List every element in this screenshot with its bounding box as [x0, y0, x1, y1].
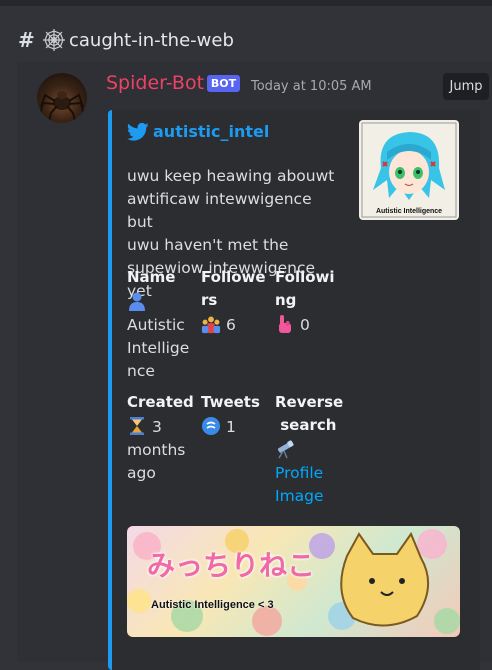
channel-hash-icon: # — [18, 28, 35, 52]
reverse-search-label-line: Reverse — [275, 393, 344, 411]
people-emoji-icon — [201, 316, 221, 334]
field-name-label: Name — [127, 268, 176, 286]
message-timestamp: Today at 10:05 AM — [251, 79, 372, 94]
tweets-count: 1 — [225, 418, 236, 436]
field-tweets-value: 1 — [201, 416, 236, 439]
description-line: uwu haven't met the — [127, 236, 289, 254]
banner-caption: Autistic Intelligence < 3 — [151, 599, 274, 611]
field-name-value: Autistic Intellige nce — [127, 291, 189, 383]
created-value-line: ago — [127, 464, 156, 482]
spider-web-icon — [43, 29, 65, 51]
embed-thumbnail[interactable]: Autistic Intelligence — [359, 120, 459, 220]
field-followers-label-line: rs — [201, 291, 218, 309]
channel-name[interactable]: caught-in-the-web — [69, 30, 234, 51]
field-followers-label: Followe rs — [201, 266, 266, 312]
reverse-search-label-line: search — [275, 416, 337, 434]
bot-badge: BOT — [207, 75, 240, 92]
telescope-emoji-icon — [277, 440, 294, 459]
followers-count: 6 — [225, 316, 236, 334]
message-author[interactable]: Spider-Bot — [106, 72, 204, 94]
twitter-bird-icon — [127, 122, 149, 141]
pointing-hand-emoji-icon — [279, 315, 291, 333]
created-value-line: 3 — [151, 418, 162, 436]
anime-character-icon — [361, 122, 457, 218]
field-followers-value: 6 — [201, 314, 236, 337]
profile-image-link[interactable]: Profile — [275, 464, 323, 482]
field-tweets-label: Tweets — [201, 393, 260, 411]
field-created-value: 3 months ago — [127, 416, 185, 485]
channel-header: # caught-in-the-web — [0, 6, 492, 68]
hourglass-emoji-icon — [130, 417, 144, 435]
profile-image-link[interactable]: Image — [275, 487, 324, 505]
embed-author-link[interactable]: autistic_intel — [153, 122, 269, 141]
field-following-value: 0 — [275, 314, 310, 337]
field-name-value-line: Intellige — [127, 339, 190, 357]
spider-avatar-icon — [39, 91, 85, 122]
banner-title: みっちりねこ — [147, 549, 316, 582]
field-followers-label-line: Followe — [201, 268, 266, 286]
field-following-label-line: Followi — [275, 268, 335, 286]
person-emoji-icon — [129, 292, 145, 311]
embed-image[interactable]: みっちりねこ Autistic Intelligence < 3 — [127, 526, 460, 637]
avatar[interactable] — [37, 73, 87, 123]
speech-bubble-emoji-icon — [202, 417, 220, 435]
following-count: 0 — [299, 316, 310, 334]
description-line: uwu keep heawing abouwt — [127, 167, 335, 185]
jump-button[interactable]: Jump — [443, 73, 489, 100]
field-created-label: Created — [127, 393, 194, 411]
field-name-value-line: Autistic — [127, 316, 185, 334]
description-line: awtificaw intewwigence but — [127, 190, 312, 231]
thumbnail-caption: Autistic Intelligence — [375, 208, 443, 215]
field-following-label-line: ng — [275, 291, 297, 309]
created-value-line: months — [127, 441, 186, 459]
field-reverse-search-label: Reverse search — [275, 391, 343, 437]
field-reverse-search-value: Profile Image — [275, 439, 324, 508]
field-name-value-line: nce — [127, 362, 155, 380]
field-following-label: Followi ng — [275, 266, 335, 312]
